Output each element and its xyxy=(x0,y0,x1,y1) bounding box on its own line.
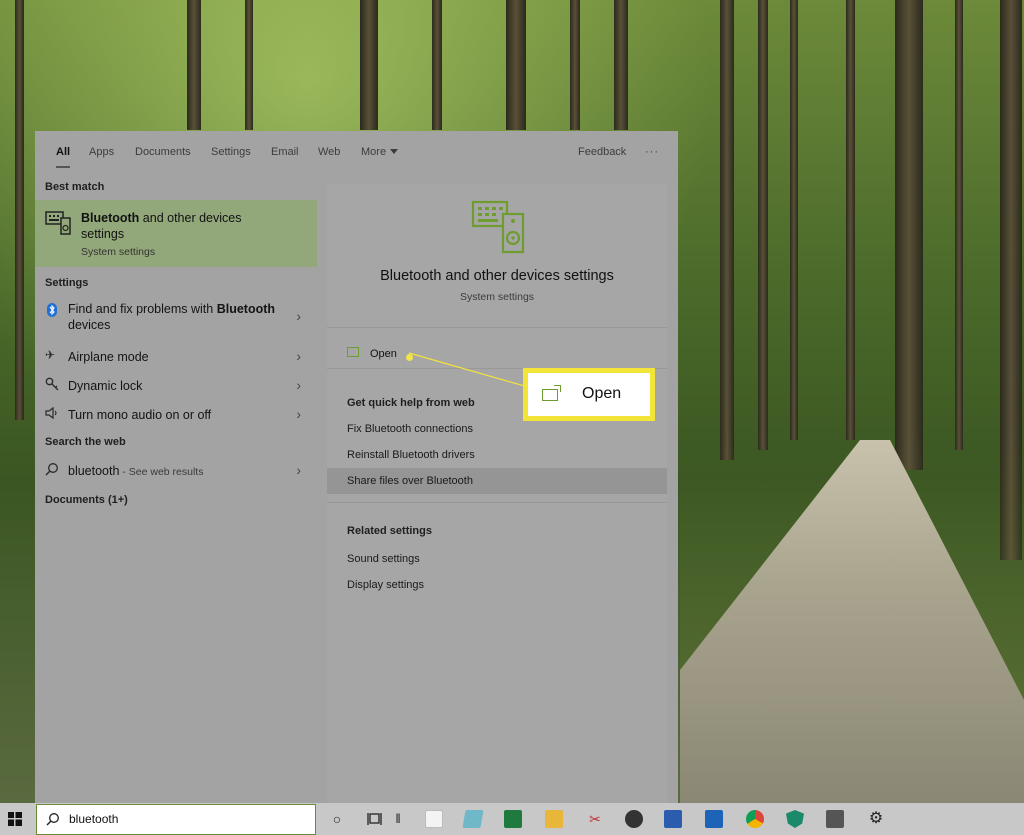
settings-item-find-fix-bluetooth[interactable]: Find and fix problems with Bluetooth dev… xyxy=(35,294,317,334)
open-label: Open xyxy=(370,348,397,360)
chrome-icon[interactable] xyxy=(746,810,764,828)
settings-item-label: Turn mono audio on or off xyxy=(68,408,212,422)
callout-label: Open xyxy=(582,385,622,402)
open-icon xyxy=(542,385,561,401)
chevron-right-icon[interactable]: › xyxy=(296,377,301,393)
preview-subtitle: System settings xyxy=(459,291,535,303)
search-icon xyxy=(46,813,59,826)
feedback-link[interactable]: Feedback xyxy=(578,146,626,158)
devices-icon xyxy=(471,200,525,254)
best-match-item[interactable]: Bluetooth and other devices settings Sys… xyxy=(35,200,317,267)
amazon-icon[interactable] xyxy=(425,810,443,828)
word-icon[interactable] xyxy=(664,810,682,828)
preview-title: Bluetooth and other devices settings xyxy=(380,268,614,284)
documents-header[interactable]: Documents (1+) xyxy=(45,494,128,506)
settings-icon[interactable]: ⚙ xyxy=(866,809,886,829)
search-input[interactable] xyxy=(69,812,299,826)
related-settings-header: Related settings xyxy=(347,525,432,537)
divider xyxy=(327,502,667,503)
settings-item-dynamic-lock[interactable]: Dynamic lock › xyxy=(35,371,317,399)
callout-leader-line xyxy=(408,352,529,388)
bluetooth-icon xyxy=(45,303,59,317)
open-callout: Open xyxy=(523,368,655,421)
tab-apps[interactable]: Apps xyxy=(89,146,114,158)
chevron-right-icon[interactable]: › xyxy=(296,406,301,422)
outlook-icon[interactable] xyxy=(705,810,723,828)
settings-item-mono-audio[interactable]: Turn mono audio on or off › xyxy=(35,400,317,428)
devices-icon xyxy=(45,211,71,235)
calculator-icon[interactable] xyxy=(826,810,844,828)
tab-web[interactable]: Web xyxy=(318,146,340,158)
preview-pane: Bluetooth and other devices settings Sys… xyxy=(327,184,667,803)
chevron-down-icon xyxy=(390,149,399,154)
settings-item-airplane-mode[interactable]: ✈ Airplane mode › xyxy=(35,342,317,370)
related-link[interactable]: Sound settings xyxy=(327,546,667,572)
key-icon xyxy=(45,377,59,391)
search-web-header: Search the web xyxy=(45,436,126,448)
best-match-subtitle: System settings xyxy=(81,246,156,258)
best-match-header: Best match xyxy=(45,181,105,193)
file-explorer-icon[interactable] xyxy=(545,810,563,828)
tab-more-label: More xyxy=(361,146,387,158)
speaker-icon xyxy=(45,406,59,420)
web-result-item[interactable]: bluetooth - See web results › xyxy=(35,456,317,484)
search-tabs: All Apps Documents Settings Email Web Mo… xyxy=(35,131,678,174)
taskbar: ○ ‖ ✂ ⚙ xyxy=(0,803,1024,835)
snipping-icon[interactable]: ✂ xyxy=(585,809,605,829)
excel-icon[interactable] xyxy=(504,810,522,828)
settings-item-label: Find and fix problems with Bluetooth dev… xyxy=(68,302,276,332)
cortana-icon[interactable]: ○ xyxy=(327,809,347,829)
settings-item-label: Dynamic lock xyxy=(68,379,143,393)
taskbar-search-box[interactable] xyxy=(36,804,316,835)
tab-settings[interactable]: Settings xyxy=(211,146,251,158)
help-link[interactable]: Reinstall Bluetooth drivers xyxy=(327,442,667,468)
help-link[interactable]: Share files over Bluetooth xyxy=(327,468,667,494)
tab-documents[interactable]: Documents xyxy=(135,146,191,158)
chevron-right-icon[interactable]: › xyxy=(296,462,301,478)
tab-all[interactable]: All xyxy=(56,146,71,168)
taskbar-divider-icon: ‖ xyxy=(395,811,401,826)
search-icon xyxy=(45,462,59,476)
quick-help-header: Get quick help from web xyxy=(347,397,475,409)
windows-start-icon[interactable] xyxy=(8,812,22,826)
more-options-button[interactable]: ··· xyxy=(645,146,659,158)
open-icon xyxy=(347,347,359,357)
chevron-right-icon[interactable]: › xyxy=(296,348,301,364)
web-result-label: bluetooth - See web results xyxy=(68,464,204,478)
tab-email[interactable]: Email xyxy=(271,146,299,158)
notepad-icon[interactable] xyxy=(462,810,484,828)
chevron-right-icon[interactable]: › xyxy=(296,308,301,324)
callout-box: Open xyxy=(528,373,650,416)
related-link[interactable]: Display settings xyxy=(327,572,667,598)
settings-header: Settings xyxy=(45,277,89,289)
airplane-icon: ✈ xyxy=(45,348,56,362)
tab-more[interactable]: More xyxy=(361,146,399,158)
best-match-title: Bluetooth and other devices settings xyxy=(81,211,242,241)
preview-header: Bluetooth and other devices settings Sys… xyxy=(327,184,667,328)
settings-item-label: Airplane mode xyxy=(68,350,149,364)
task-view-icon[interactable] xyxy=(365,809,385,829)
defender-icon[interactable] xyxy=(786,810,804,828)
search-panel: All Apps Documents Settings Email Web Mo… xyxy=(35,131,678,803)
photos-icon[interactable] xyxy=(625,810,643,828)
results-list: Best match Bluetooth and other devices s… xyxy=(35,174,317,803)
